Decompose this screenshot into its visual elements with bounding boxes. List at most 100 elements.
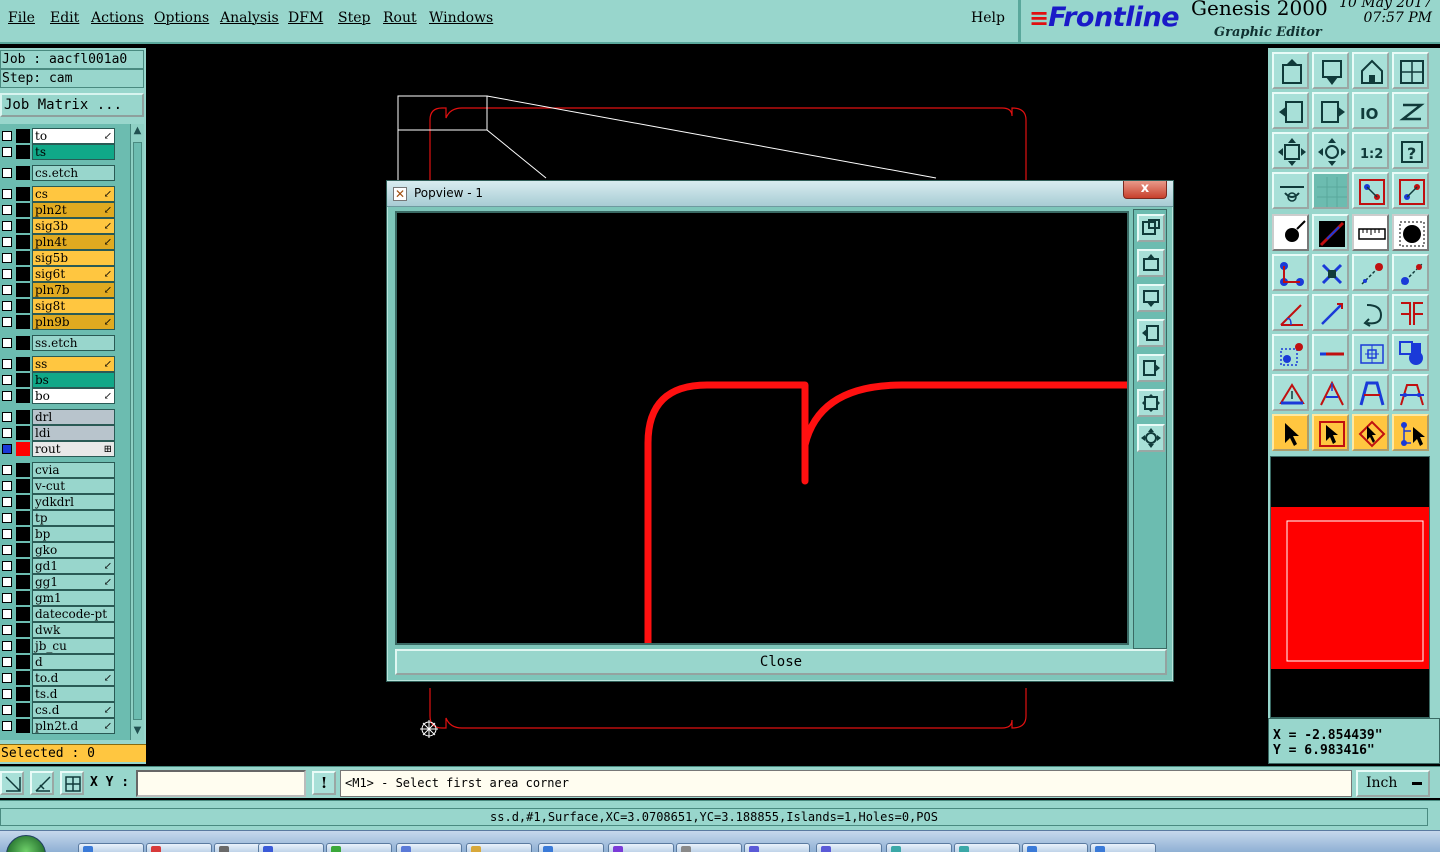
select-poly-icon[interactable] — [1352, 414, 1389, 451]
layer-row-sig5b[interactable]: sig5b — [0, 250, 116, 266]
layer-name[interactable]: drl — [32, 409, 115, 425]
measure-icon[interactable] — [30, 771, 54, 795]
layer-name[interactable]: gd1 ↙ — [32, 558, 115, 574]
select-box-icon[interactable] — [1312, 414, 1349, 451]
layer-color-swatch[interactable] — [16, 145, 30, 159]
layer-checkbox[interactable] — [2, 593, 12, 603]
layer-color-swatch[interactable] — [16, 511, 30, 525]
menu-file[interactable]: File — [8, 10, 35, 26]
layer-name[interactable]: cvia — [32, 462, 115, 478]
add-point-icon[interactable] — [1272, 334, 1309, 371]
triangle-fill-icon[interactable] — [1272, 374, 1309, 411]
layer-checkbox[interactable] — [2, 673, 12, 683]
layer-name[interactable]: ss ↙ — [32, 356, 115, 372]
layer-name[interactable]: ss.etch — [32, 335, 115, 351]
layer-color-swatch[interactable] — [16, 479, 30, 493]
taskbar-app-button[interactable] — [538, 843, 604, 852]
taskbar-app-button[interactable] — [954, 843, 1020, 852]
layer-name[interactable]: tp — [32, 510, 115, 526]
layer-color-swatch[interactable] — [16, 575, 30, 589]
job-matrix-button[interactable]: Job Matrix ... — [0, 93, 144, 117]
layer-checkbox[interactable] — [2, 205, 12, 215]
popview-close-button[interactable]: Close — [395, 649, 1167, 675]
layer-row-rout[interactable]: rout ⊞ — [0, 441, 116, 457]
layer-checkbox[interactable] — [2, 529, 12, 539]
snap-icon[interactable] — [0, 771, 24, 795]
layer-color-swatch[interactable] — [16, 251, 30, 265]
layer-row-jb_cu[interactable]: jb_cu — [0, 638, 116, 654]
layer-name[interactable]: gg1 ↙ — [32, 574, 115, 590]
layer-row-ts[interactable]: ts — [0, 144, 116, 160]
layer-row-dwk[interactable]: dwk — [0, 622, 116, 638]
layer-row-d[interactable]: d — [0, 654, 116, 670]
layer-row-gd1[interactable]: gd1 ↙ — [0, 558, 116, 574]
help-icon[interactable]: ? — [1392, 132, 1429, 169]
layer-color-swatch[interactable] — [16, 357, 30, 371]
layer-color-swatch[interactable] — [16, 299, 30, 313]
layer-row-gm1[interactable]: gm1 — [0, 590, 116, 606]
scroll-up-icon[interactable]: ▲ — [131, 124, 144, 138]
layer-row-v-cut[interactable]: v-cut — [0, 478, 116, 494]
popview-viewport[interactable] — [395, 211, 1129, 645]
layer-checkbox[interactable] — [2, 317, 12, 327]
layer-row-ss[interactable]: ss ↙ — [0, 356, 116, 372]
layer-name[interactable]: ts.d — [32, 686, 115, 702]
scroll-thumb[interactable] — [133, 142, 142, 720]
layer-row-cs[interactable]: cs ↙ — [0, 186, 116, 202]
layer-color-swatch[interactable] — [16, 527, 30, 541]
layer-checkbox[interactable] — [2, 285, 12, 295]
taskbar-app-button[interactable] — [676, 843, 742, 852]
layer-color-swatch[interactable] — [16, 719, 30, 733]
layer-row-drl[interactable]: drl — [0, 409, 116, 425]
layer-checkbox[interactable] — [2, 609, 12, 619]
layer-checkbox[interactable] — [2, 147, 12, 157]
layer-row-sig8t[interactable]: sig8t — [0, 298, 116, 314]
menu-rout[interactable]: Rout — [383, 10, 417, 26]
layer-checkbox[interactable] — [2, 253, 12, 263]
layer-row-to.d[interactable]: to.d ↙ — [0, 670, 116, 686]
taskbar-app-button[interactable] — [816, 843, 882, 852]
layer-name[interactable]: bs — [32, 372, 115, 388]
zoom-center-icon[interactable] — [1312, 132, 1349, 169]
trapezoid-points-icon[interactable] — [1392, 374, 1429, 411]
pv-pan-up-icon[interactable] — [1137, 249, 1165, 277]
layer-color-swatch[interactable] — [16, 607, 30, 621]
taskbar-app-button[interactable] — [744, 843, 810, 852]
pv-zoom-out-icon[interactable] — [1137, 424, 1165, 452]
layer-row-to[interactable]: to ↙ — [0, 128, 116, 144]
layer-row-pln2t[interactable]: pln2t ↙ — [0, 202, 116, 218]
grid-icon[interactable] — [60, 771, 84, 795]
pan-down-icon[interactable] — [1312, 52, 1349, 89]
layer-checkbox[interactable] — [2, 721, 12, 731]
layer-scrollbar[interactable]: ▲ ▼ — [130, 124, 144, 740]
layer-row-bp[interactable]: bp — [0, 526, 116, 542]
multi-pad-icon[interactable] — [1392, 334, 1429, 371]
layer-checkbox[interactable] — [2, 657, 12, 667]
layer-color-swatch[interactable] — [16, 655, 30, 669]
layer-checkbox[interactable] — [2, 237, 12, 247]
minus-line-icon[interactable] — [1312, 334, 1349, 371]
layer-row-ldi[interactable]: ldi — [0, 425, 116, 441]
mirror-tool-icon[interactable] — [1392, 294, 1429, 331]
layer-row-ts.d[interactable]: ts.d — [0, 686, 116, 702]
layer-color-swatch[interactable] — [16, 219, 30, 233]
xy-input[interactable] — [136, 770, 306, 797]
layer-name[interactable]: pln2t.d ↙ — [32, 718, 115, 734]
taskbar-app-button[interactable] — [1022, 843, 1088, 852]
taskbar-app-button[interactable] — [326, 843, 392, 852]
layer-checkbox[interactable] — [2, 444, 12, 454]
zoom-10-icon[interactable]: IO — [1352, 92, 1389, 129]
layer-color-swatch[interactable] — [16, 373, 30, 387]
select-net-icon[interactable] — [1392, 414, 1429, 451]
layer-checkbox[interactable] — [2, 269, 12, 279]
trapezoid-icon[interactable] — [1352, 374, 1389, 411]
layer-color-swatch[interactable] — [16, 410, 30, 424]
layer-name[interactable]: sig3b ↙ — [32, 218, 115, 234]
zoom-home-icon[interactable] — [1272, 52, 1309, 89]
home-icon[interactable] — [1352, 52, 1389, 89]
layer-name[interactable]: pln9b ↙ — [32, 314, 115, 330]
layer-color-swatch[interactable] — [16, 389, 30, 403]
layer-row-pln9b[interactable]: pln9b ↙ — [0, 314, 116, 330]
layer-checkbox[interactable] — [2, 375, 12, 385]
layer-name[interactable]: gm1 — [32, 590, 115, 606]
